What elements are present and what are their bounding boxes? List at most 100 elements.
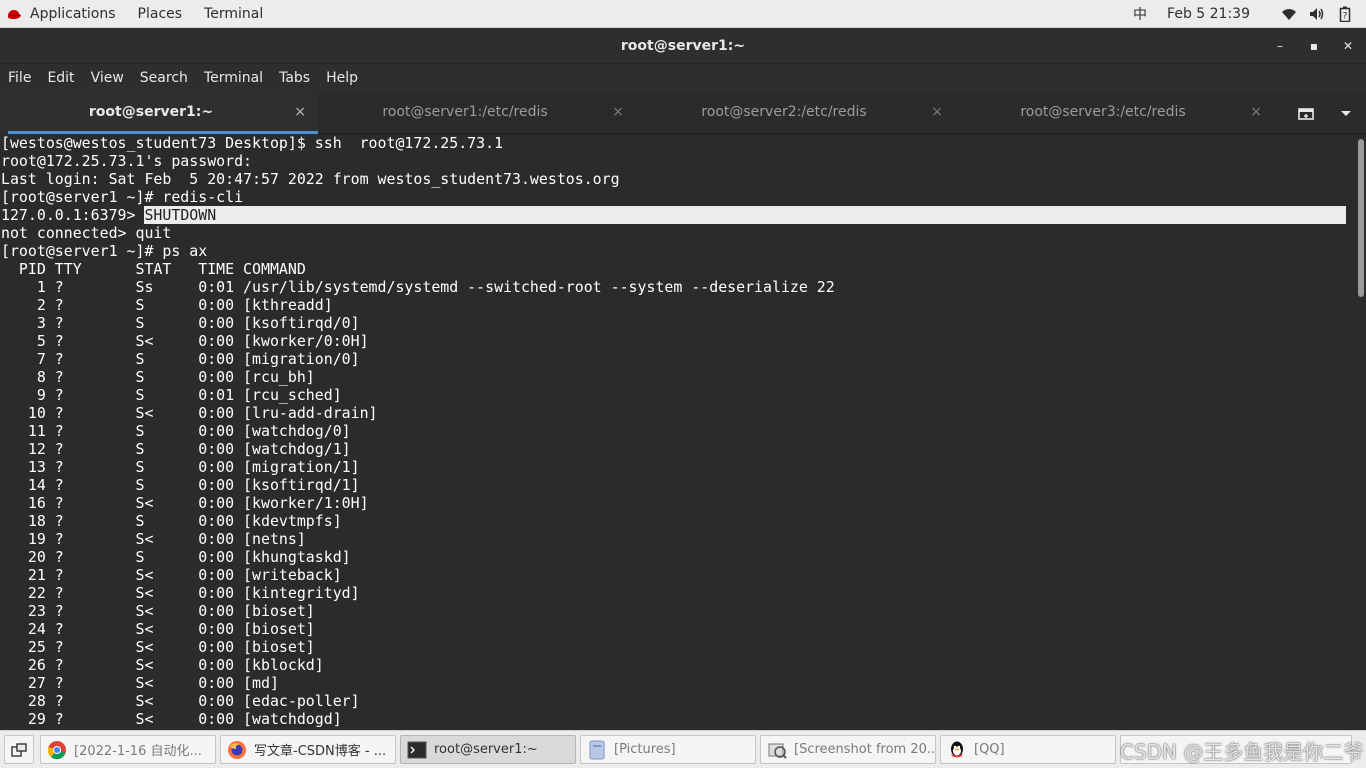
selection-padding	[216, 206, 1346, 224]
svg-text:?: ?	[1343, 12, 1348, 22]
terminal-lines-after: not connected> quit [root@server1 ~]# ps…	[1, 224, 835, 728]
taskbar-item-pictures[interactable]: [Pictures]	[580, 735, 756, 764]
csdn-watermark: CSDN @王多鱼我是你二爷	[1120, 740, 1364, 764]
terminal-line: 5 ? S< 0:00 [kworker/0:0H]	[1, 332, 369, 350]
redis-prompt: 127.0.0.1:6379>	[1, 206, 145, 224]
terminal-icon	[407, 740, 427, 760]
terminal-line: 2 ? S 0:00 [kthreadd]	[1, 296, 333, 314]
taskbar-item-label: [Screenshot from 20...	[794, 742, 936, 757]
window-title: root@server1:~	[620, 38, 746, 54]
terminal-highlighted-line: 127.0.0.1:6379> SHUTDOWN	[1, 206, 1356, 224]
terminal-line: 3 ? S 0:00 [ksoftirqd/0]	[1, 314, 360, 332]
redhat-logo-icon	[7, 10, 21, 19]
taskbar-item-qq[interactable]: [QQ]	[940, 735, 1116, 764]
terminal-line: 9 ? S 0:01 [rcu_sched]	[1, 386, 342, 404]
battery-icon[interactable]: ?	[1336, 6, 1354, 22]
file-manager-icon	[587, 740, 607, 760]
terminal-scrollbar[interactable]	[1356, 134, 1366, 730]
terminal-line: PID TTY STAT TIME COMMAND	[1, 260, 306, 278]
terminal-line: [westos@westos_student73 Desktop]$ ssh r…	[1, 134, 504, 152]
tab-label: root@server1:/etc/redis	[382, 104, 548, 120]
tab-server3-redis[interactable]: root@server3:/etc/redis ×	[956, 93, 1274, 134]
menu-tabs[interactable]: Tabs	[271, 64, 318, 93]
tab-label: root@server1:~	[88, 104, 214, 120]
chrome-icon	[47, 740, 67, 760]
maximize-button[interactable]: ▪	[1297, 28, 1331, 64]
terminal-output[interactable]: [westos@westos_student73 Desktop]$ ssh r…	[0, 134, 1356, 730]
terminal-line: 18 ? S 0:00 [kdevtmpfs]	[1, 512, 342, 530]
terminal-app-menu[interactable]: Terminal	[193, 0, 274, 28]
selected-text-shutdown: SHUTDOWN	[144, 206, 1346, 224]
menu-search[interactable]: Search	[132, 64, 196, 93]
terminal-text: [westos@westos_student73 Desktop]$ ssh r…	[0, 134, 1356, 728]
show-desktop-icon[interactable]	[4, 735, 34, 764]
applications-label: Applications	[30, 6, 116, 22]
terminal-line: 20 ? S 0:00 [khungtaskd]	[1, 548, 351, 566]
terminal-line: 21 ? S< 0:00 [writeback]	[1, 566, 342, 584]
terminal-line: 1 ? Ss 0:01 /usr/lib/systemd/systemd --s…	[1, 278, 835, 296]
taskbar-item-chrome[interactable]: [2022-1-16 自动化...	[40, 735, 216, 764]
taskbar-item-label: [QQ]	[974, 742, 1005, 757]
terminal-line: 7 ? S 0:00 [migration/0]	[1, 350, 360, 368]
tab-close-icon[interactable]: ×	[931, 93, 943, 131]
taskbar-item-firefox[interactable]: 写文章-CSDN博客 - ...	[220, 735, 396, 764]
terminal-line: not connected> quit	[1, 224, 172, 242]
terminal-line: 22 ? S< 0:00 [kintegrityd]	[1, 584, 360, 602]
window-titlebar[interactable]: root@server1:~ – ▪ ✕	[0, 28, 1366, 64]
selected-command: SHUTDOWN	[144, 206, 217, 224]
terminal-line: 8 ? S 0:00 [rcu_bh]	[1, 368, 315, 386]
terminal-line: root@172.25.73.1's password:	[1, 152, 261, 170]
menu-terminal[interactable]: Terminal	[196, 64, 271, 93]
screenshot-icon	[767, 740, 787, 760]
menu-view[interactable]: View	[83, 64, 132, 93]
tabs-menu-chevron-down-icon[interactable]	[1328, 93, 1364, 134]
input-method-indicator[interactable]: 中	[1133, 4, 1147, 24]
tab-server1-home[interactable]: root@server1:~ ×	[0, 93, 318, 134]
menu-file[interactable]: File	[0, 64, 39, 93]
taskbar-item-label: [2022-1-16 自动化...	[74, 744, 202, 759]
terminal-line: 28 ? S< 0:00 [edac-poller]	[1, 692, 360, 710]
tab-label: root@server2:/etc/redis	[701, 104, 867, 120]
terminal-line: 27 ? S< 0:00 [md]	[1, 674, 279, 692]
terminal-line: 12 ? S 0:00 [watchdog/1]	[1, 440, 351, 458]
terminal-line: [root@server1 ~]# ps ax	[1, 242, 208, 260]
qq-icon	[947, 740, 967, 760]
tab-server1-redis[interactable]: root@server1:/etc/redis ×	[318, 93, 636, 134]
taskbar-item-label: [Pictures]	[614, 742, 676, 757]
close-button[interactable]: ✕	[1331, 28, 1365, 64]
menubar: File Edit View Search Terminal Tabs Help	[0, 64, 1366, 93]
taskbar-item-terminal[interactable]: root@server1:~	[400, 735, 576, 764]
new-tab-icon[interactable]	[1288, 93, 1324, 134]
terminal-app-label: Terminal	[204, 6, 264, 22]
terminal-line: 26 ? S< 0:00 [kblockd]	[1, 656, 324, 674]
applications-menu[interactable]: Applications	[0, 0, 127, 28]
wifi-icon[interactable]	[1280, 6, 1298, 22]
terminal-line: 16 ? S< 0:00 [kworker/1:0H]	[1, 494, 369, 512]
tab-server2-redis[interactable]: root@server2:/etc/redis ×	[637, 93, 955, 134]
terminal-line: Last login: Sat Feb 5 20:47:57 2022 from…	[1, 170, 620, 188]
taskbar-item-label: root@server1:~	[434, 742, 538, 757]
places-label: Places	[137, 6, 183, 22]
terminal-line: 23 ? S< 0:00 [bioset]	[1, 602, 315, 620]
top-panel: Applications Places Terminal 中 Feb 5 21:…	[0, 0, 1366, 28]
scrollbar-thumb[interactable]	[1358, 139, 1364, 297]
firefox-icon	[227, 740, 247, 760]
minimize-button[interactable]: –	[1263, 28, 1297, 64]
tab-label: root@server3:/etc/redis	[1020, 104, 1186, 120]
terminal-line: 13 ? S 0:00 [migration/1]	[1, 458, 360, 476]
menu-help[interactable]: Help	[318, 64, 366, 93]
menu-edit[interactable]: Edit	[39, 64, 82, 93]
terminal-line: [root@server1 ~]# redis-cli	[1, 188, 244, 206]
taskbar-item-screenshot[interactable]: [Screenshot from 20...	[760, 735, 936, 764]
terminal-line: 19 ? S< 0:00 [netns]	[1, 530, 306, 548]
tab-close-icon[interactable]: ×	[612, 93, 624, 131]
terminal-line: 14 ? S 0:00 [ksoftirqd/1]	[1, 476, 360, 494]
terminal-line: 25 ? S< 0:00 [bioset]	[1, 638, 315, 656]
terminal-line: 11 ? S 0:00 [watchdog/0]	[1, 422, 351, 440]
places-menu[interactable]: Places	[127, 0, 194, 28]
clock[interactable]: Feb 5 21:39	[1167, 6, 1250, 22]
tab-close-icon[interactable]: ×	[1250, 93, 1262, 131]
tab-bar: root@server1:~ × root@server1:/etc/redis…	[0, 93, 1366, 134]
tab-close-icon[interactable]: ×	[294, 93, 306, 131]
volume-icon[interactable]	[1308, 6, 1326, 22]
